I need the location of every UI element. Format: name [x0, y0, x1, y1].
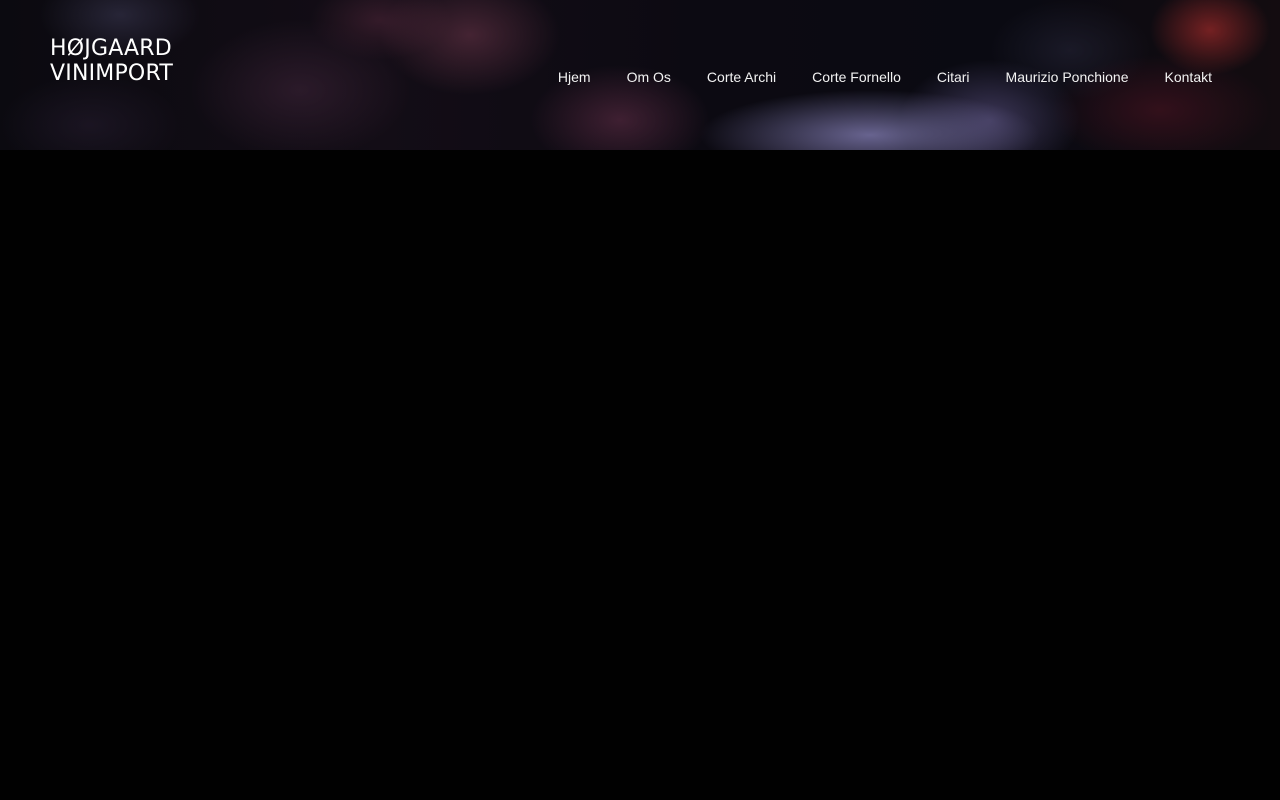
nav-item-kontakt[interactable]: Kontakt	[1165, 66, 1212, 88]
main-content-area	[0, 150, 1280, 800]
nav-item-hjem[interactable]: Hjem	[558, 66, 591, 88]
nav-item-om-os[interactable]: Om Os	[627, 66, 671, 88]
nav-item-corte-fornello[interactable]: Corte Fornello	[812, 66, 901, 88]
main-nav: Hjem Om Os Corte Archi Corte Fornello Ci…	[558, 66, 1212, 88]
site-logo[interactable]: HØJGAARD VINIMPORT	[50, 36, 173, 86]
nav-item-citari[interactable]: Citari	[937, 66, 970, 88]
site-logo-line-2: VINIMPORT	[50, 61, 173, 86]
site-logo-line-1: HØJGAARD	[50, 36, 172, 61]
nav-item-corte-archi[interactable]: Corte Archi	[707, 66, 776, 88]
nav-item-maurizio-ponchione[interactable]: Maurizio Ponchione	[1006, 66, 1129, 88]
site-header: HØJGAARD VINIMPORT Hjem Om Os Corte Arch…	[0, 0, 1280, 150]
